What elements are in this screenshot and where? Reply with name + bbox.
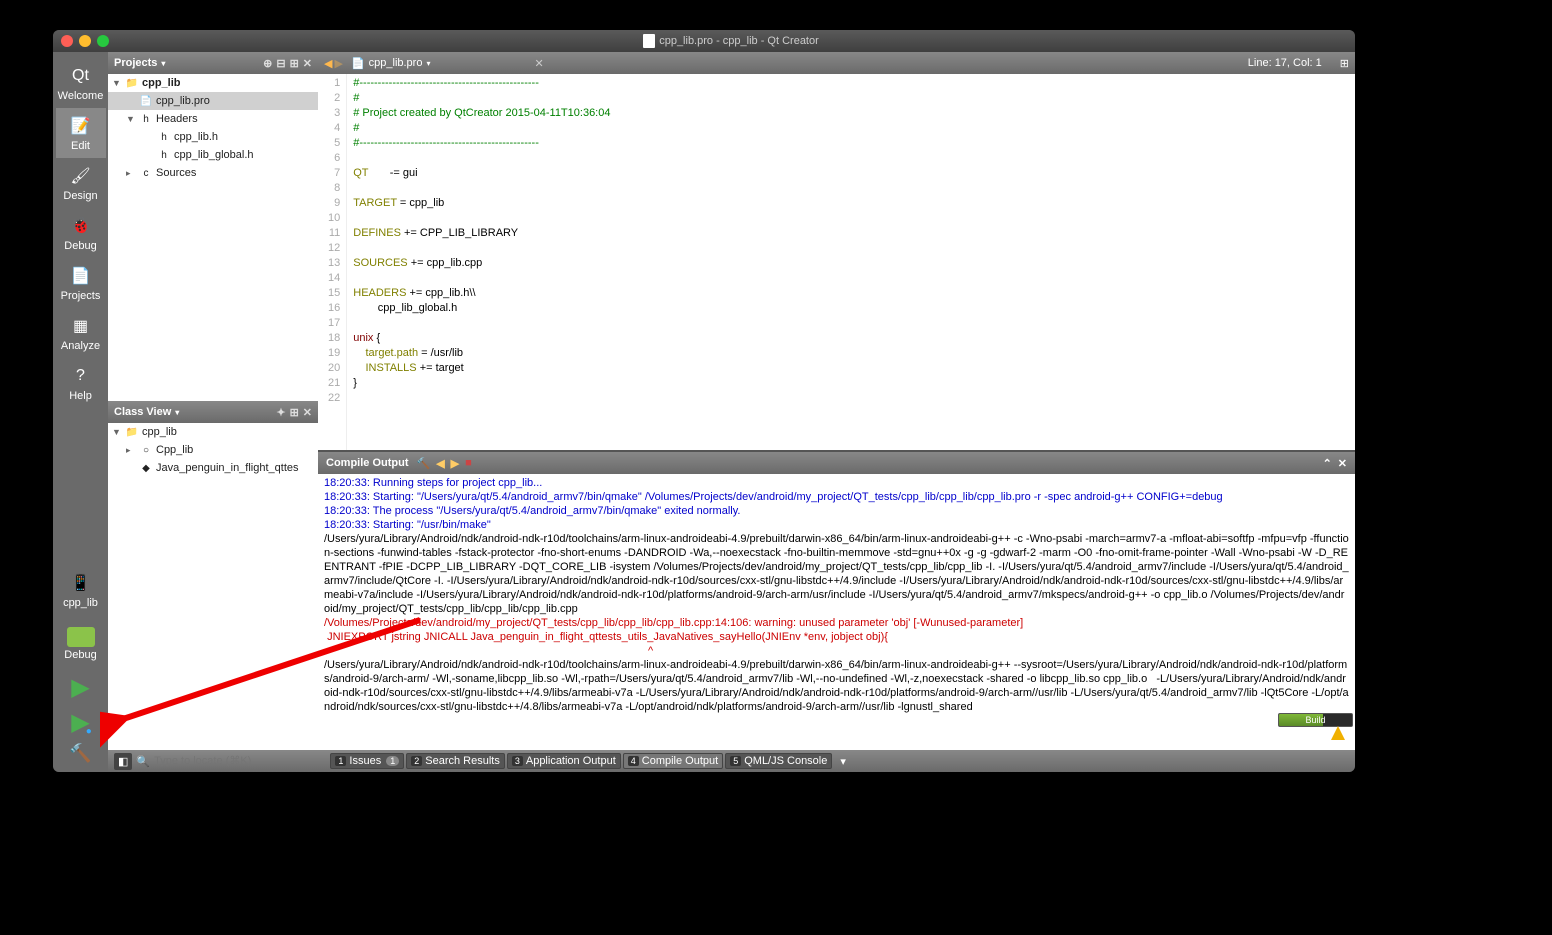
projects-icon: 📄 xyxy=(69,264,93,288)
tree-item[interactable]: ▸cSources xyxy=(108,164,318,182)
editor-tabbar: ◀ ▶ 📄 cpp_lib.pro ▾ ✕ Line: 17, Col: 1 ⊞ xyxy=(318,52,1355,74)
hammer-icon[interactable]: 🔨 xyxy=(417,457,431,470)
output-tab-search-results[interactable]: 2Search Results xyxy=(406,753,505,769)
minimize-button[interactable] xyxy=(79,35,91,47)
project-tree[interactable]: ▼📁cpp_lib📄cpp_lib.pro▼hHeadershcpp_lib.h… xyxy=(108,74,318,401)
output-header: Compile Output 🔨 ◀ ▶ ■ ⌃ ✕ xyxy=(318,452,1355,474)
nav-fwd-icon[interactable]: ▶ xyxy=(334,57,342,70)
maximize-button[interactable] xyxy=(97,35,109,47)
stop-icon[interactable]: ■ xyxy=(465,457,472,469)
maximize-output-icon[interactable]: ⌃ xyxy=(1323,457,1332,470)
toggle-sidebar-icon[interactable]: ◧ xyxy=(114,753,132,770)
compile-output[interactable]: 18:20:33: Running steps for project cpp_… xyxy=(318,474,1355,750)
welcome-icon: Qt xyxy=(69,64,93,88)
locator[interactable]: 🔍 xyxy=(136,755,316,768)
design-icon: 🖌 xyxy=(69,164,93,188)
split-editor-icon[interactable]: ⊞ xyxy=(1340,57,1349,70)
android-icon xyxy=(67,627,95,647)
phone-icon: 📱 xyxy=(69,571,93,595)
filter-icon[interactable]: ✦ xyxy=(276,406,285,419)
tree-item[interactable]: hcpp_lib_global.h xyxy=(108,146,318,164)
search-icon: 🔍 xyxy=(136,755,150,768)
tree-item[interactable]: ▼hHeaders xyxy=(108,110,318,128)
mode-design[interactable]: 🖌Design xyxy=(56,158,106,208)
code-editor[interactable]: 12345678910111213141516171819202122 #---… xyxy=(318,74,1355,450)
build-button[interactable]: 🔨 xyxy=(69,743,91,764)
tree-item[interactable]: ▼📁cpp_lib xyxy=(108,423,318,441)
kit-selector[interactable]: 📱 cpp_lib xyxy=(56,565,106,615)
split-icon[interactable]: ⊞ xyxy=(290,406,299,419)
close-output-icon[interactable]: ✕ xyxy=(1338,457,1347,470)
qtcreator-window: cpp_lib.pro - cpp_lib - Qt Creator QtWel… xyxy=(53,30,1355,772)
build-progress: Build xyxy=(1278,713,1353,727)
close-panel-icon[interactable]: ✕ xyxy=(303,57,312,70)
tree-item[interactable]: ◆Java_penguin_in_flight_qttes xyxy=(108,459,318,477)
mode-debug[interactable]: 🐞Debug xyxy=(56,208,106,258)
class-tree[interactable]: ▼📁cpp_lib▸○Cpp_lib◆Java_penguin_in_fligh… xyxy=(108,423,318,750)
output-tab-compile-output[interactable]: 4Compile Output xyxy=(623,753,723,769)
tree-item[interactable]: hcpp_lib.h xyxy=(108,128,318,146)
mode-welcome[interactable]: QtWelcome xyxy=(56,58,106,108)
statusbar: ◧ 🔍 1Issues12Search Results3Application … xyxy=(108,750,1355,772)
debug-run-button[interactable]: ▶● xyxy=(71,708,89,737)
build-mode[interactable]: Debug xyxy=(56,621,106,667)
split-icon[interactable]: ⊞ xyxy=(290,57,299,70)
mode-edit[interactable]: 📝Edit xyxy=(56,108,106,158)
cursor-position[interactable]: Line: 17, Col: 1 xyxy=(1248,57,1322,69)
more-outputs-icon[interactable]: ▾ xyxy=(840,755,846,768)
classview-panel-header: Class View ▾ ✦ ⊞ ✕ xyxy=(108,401,318,423)
debug-icon: 🐞 xyxy=(69,214,93,238)
file-icon: 📄 xyxy=(351,57,365,70)
projects-panel-header: Projects ▾ ⊕ ⊟ ⊞ ✕ xyxy=(108,52,318,74)
editor-tab[interactable]: 📄 cpp_lib.pro ▾ ✕ xyxy=(351,57,544,70)
window-title: cpp_lib.pro - cpp_lib - Qt Creator xyxy=(115,34,1347,48)
close-panel-icon[interactable]: ✕ xyxy=(303,406,312,419)
edit-icon: 📝 xyxy=(69,114,93,138)
output-tab-qml/js-console[interactable]: 5QML/JS Console xyxy=(725,753,832,769)
mode-help[interactable]: ?Help xyxy=(56,358,106,408)
sync-icon[interactable]: ⊟ xyxy=(276,57,285,70)
output-tab-issues[interactable]: 1Issues1 xyxy=(330,753,404,769)
locator-input[interactable] xyxy=(154,755,294,767)
output-tab-application-output[interactable]: 3Application Output xyxy=(507,753,621,769)
analyze-icon: ▦ xyxy=(69,314,93,338)
close-button[interactable] xyxy=(61,35,73,47)
nav-back-icon[interactable]: ◀ xyxy=(324,57,332,70)
prev-icon[interactable]: ◀ xyxy=(436,457,444,470)
titlebar: cpp_lib.pro - cpp_lib - Qt Creator xyxy=(53,30,1355,52)
tree-item[interactable]: 📄cpp_lib.pro xyxy=(108,92,318,110)
tree-item[interactable]: ▼📁cpp_lib xyxy=(108,74,318,92)
run-button[interactable]: ▶ xyxy=(71,673,89,702)
mode-sidebar: QtWelcome📝Edit🖌Design🐞Debug📄Projects▦Ana… xyxy=(53,52,108,772)
filter-icon[interactable]: ⊕ xyxy=(263,57,272,70)
next-icon[interactable]: ▶ xyxy=(451,457,459,470)
help-icon: ? xyxy=(69,364,93,388)
document-icon xyxy=(643,34,655,48)
mode-analyze[interactable]: ▦Analyze xyxy=(56,308,106,358)
mode-projects[interactable]: 📄Projects xyxy=(56,258,106,308)
tab-close-icon[interactable]: ✕ xyxy=(534,57,543,70)
tree-item[interactable]: ▸○Cpp_lib xyxy=(108,441,318,459)
